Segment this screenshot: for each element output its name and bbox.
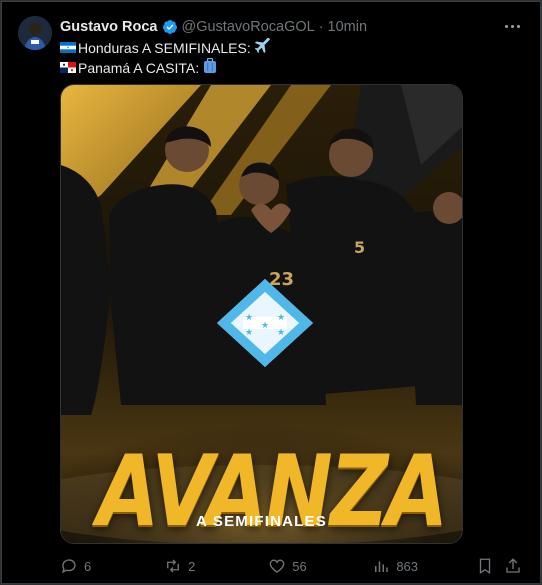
author-name[interactable]: Gustavo Roca [60, 19, 158, 35]
airplane-icon [254, 36, 271, 59]
svg-text:★: ★ [277, 313, 285, 323]
like-button[interactable]: 56 [268, 557, 372, 575]
subheadline-text: A SEMIFINALES [196, 513, 327, 530]
luggage-icon [203, 57, 217, 79]
svg-text:★: ★ [245, 313, 253, 323]
share-button[interactable] [504, 557, 524, 575]
tweet-line-honduras: Honduras A SEMIFINALES: [60, 36, 271, 59]
timestamp[interactable]: 10min [328, 19, 368, 35]
views-count: 863 [396, 558, 419, 574]
repost-count: 2 [188, 558, 196, 574]
reply-count: 6 [84, 558, 92, 574]
tweet-text: Honduras A SEMIFINALES: Panamá A CASITA: [60, 36, 271, 79]
tweet-line-1-text: Honduras A SEMIFINALES: [78, 39, 251, 56]
action-bar: 6 2 56 863 [60, 554, 524, 578]
separator-dot: · [318, 19, 324, 35]
svg-text:★: ★ [277, 328, 285, 338]
tweet-line-2-text: Panamá A CASITA: [78, 59, 200, 76]
avatar[interactable] [18, 16, 52, 50]
share-icon [506, 558, 520, 573]
tweet-card[interactable]: Gustavo Roca @GustavoRocaGOL · 10min Hon [1, 1, 541, 584]
svg-text:★: ★ [245, 328, 253, 338]
more-options-button[interactable] [500, 14, 524, 38]
heart-icon [269, 559, 285, 573]
tweet-line-panama: Panamá A CASITA: [60, 57, 271, 79]
jersey-number-5: 5 [354, 238, 365, 257]
tweet-image[interactable]: 23 5 ★ ★ ★ ★ ★ AVANZA A SEMIFINALES [60, 84, 463, 544]
views-chart-icon [375, 561, 389, 572]
repost-button[interactable]: 2 [164, 557, 268, 575]
panama-flag-icon [60, 59, 76, 78]
bookmark-icon [480, 558, 491, 575]
reply-icon [61, 559, 76, 574]
verified-badge-icon [162, 19, 178, 35]
svg-text:★: ★ [261, 321, 269, 331]
honduras-flag-icon [60, 39, 76, 58]
bookmark-button[interactable] [476, 557, 504, 575]
like-count: 56 [292, 558, 307, 574]
repost-icon [167, 559, 180, 573]
reply-button[interactable]: 6 [60, 557, 164, 575]
author-handle[interactable]: @GustavoRocaGOL [182, 19, 315, 35]
views-button[interactable]: 863 [372, 557, 476, 575]
